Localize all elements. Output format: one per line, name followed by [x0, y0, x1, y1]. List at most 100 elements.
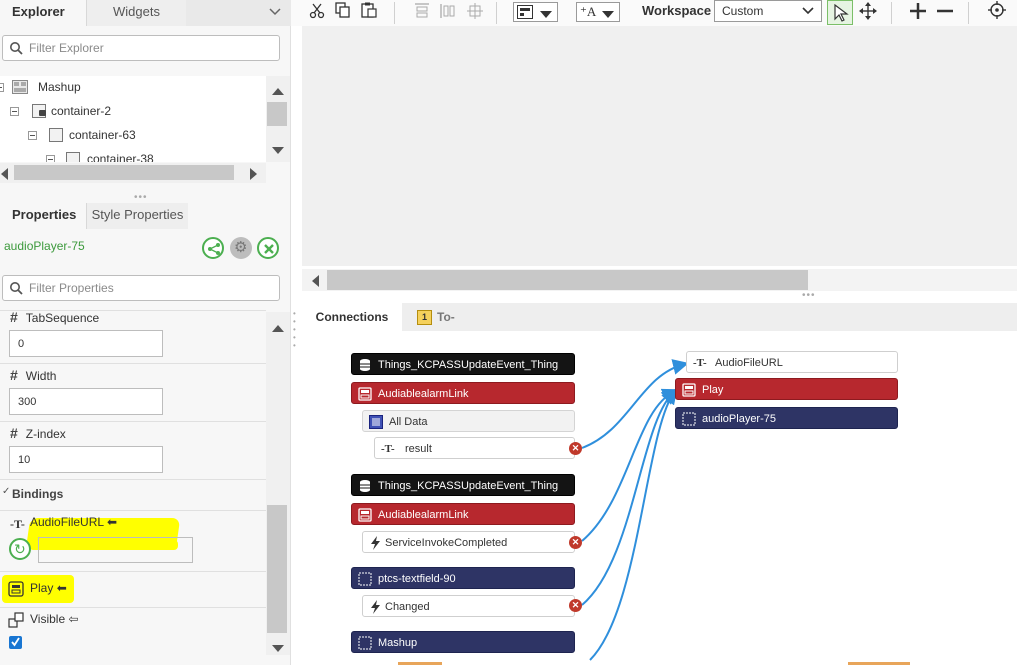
resize-handle-icon[interactable]: ••• — [134, 192, 148, 203]
collapse-icon[interactable] — [46, 155, 55, 162]
scroll-right-icon[interactable] — [250, 168, 258, 183]
splitter-handle-icon[interactable]: • • • • • — [293, 310, 297, 350]
lightning-icon — [369, 536, 383, 550]
remove-connection-icon[interactable]: ✕ — [569, 536, 582, 549]
connections-tabbar: Connections 1 To-Do — [302, 303, 1017, 352]
source-node-alldata[interactable]: All Data — [362, 410, 575, 432]
tab-style-properties[interactable]: Style Properties — [86, 203, 188, 229]
binding-play[interactable]: Play ⬅ — [30, 581, 67, 595]
tab-widgets[interactable]: Widgets — [86, 0, 186, 26]
source-node-service[interactable]: AudiablealarmLink — [351, 382, 575, 404]
move-icon[interactable] — [859, 2, 877, 23]
tree-item-container-2[interactable]: container-2 — [0, 101, 260, 121]
node-label: Things_KCPASSUpdateEvent_Thing — [378, 359, 559, 371]
tree-item-container-38[interactable]: container-38 — [0, 149, 260, 162]
source-node-result[interactable]: -T- result — [374, 437, 575, 459]
layout-dropdown[interactable] — [513, 2, 558, 22]
scroll-thumb[interactable] — [327, 270, 808, 290]
divider — [0, 479, 266, 480]
check-icon — [10, 636, 21, 650]
collapse-icon[interactable] — [28, 131, 37, 140]
visible-checkbox[interactable] — [9, 636, 22, 649]
align-icon[interactable] — [414, 3, 430, 22]
explorer-search-input[interactable] — [27, 39, 267, 57]
tree-horizontal-scrollbar[interactable] — [0, 163, 266, 183]
cut-icon[interactable] — [309, 3, 325, 22]
dropdown-arrow-icon — [602, 8, 614, 22]
source-node-mashup[interactable]: Mashup — [351, 631, 575, 653]
binding-label: AudioFileURL — [30, 515, 104, 529]
properties-filter[interactable] — [2, 275, 280, 301]
tree-item-container-63[interactable]: container-63 — [0, 125, 260, 145]
scroll-thumb[interactable] — [267, 102, 287, 126]
select-tool-button[interactable] — [827, 0, 853, 25]
divider — [0, 510, 266, 511]
tabsequence-input[interactable] — [9, 330, 163, 357]
source-node-thing[interactable]: Things_KCPASSUpdateEvent_Thing — [351, 474, 575, 496]
remove-connection-icon[interactable]: ✕ — [569, 599, 582, 612]
scroll-left-icon[interactable] — [311, 275, 319, 290]
distribute-icon[interactable] — [440, 3, 456, 22]
collapse-icon[interactable] — [0, 83, 4, 92]
tab-properties[interactable]: Properties — [0, 203, 84, 229]
chevron-down-icon[interactable] — [268, 5, 282, 22]
zoom-in-icon[interactable] — [909, 2, 927, 23]
scroll-up-icon[interactable] — [272, 321, 284, 335]
explorer-filter[interactable] — [2, 35, 280, 61]
mashup-canvas[interactable] — [302, 26, 1017, 266]
remove-connection-icon[interactable]: ✕ — [569, 442, 582, 455]
properties-vertical-scrollbar[interactable] — [266, 312, 290, 655]
toolbar-separator — [968, 2, 969, 24]
tree-vertical-scrollbar[interactable] — [266, 76, 290, 162]
text-type-icon: -T- — [10, 517, 25, 531]
scroll-down-icon[interactable] — [272, 144, 284, 158]
tab-connections[interactable]: Connections — [302, 303, 402, 331]
source-node-thing[interactable]: Things_KCPASSUpdateEvent_Thing — [351, 353, 575, 375]
source-node-event[interactable]: ServiceInvokeCompleted — [362, 531, 575, 553]
share-button[interactable] — [202, 237, 224, 259]
number-icon: # — [10, 367, 18, 383]
zoom-out-icon[interactable] — [936, 2, 954, 23]
copy-icon[interactable] — [335, 2, 351, 21]
refresh-button[interactable]: ↻ — [9, 538, 31, 560]
canvas-horizontal-scrollbar[interactable] — [302, 269, 1017, 291]
source-node-event[interactable]: Changed — [362, 595, 575, 617]
scroll-up-icon[interactable] — [272, 84, 284, 98]
tree-item-mashup[interactable]: Mashup — [0, 77, 260, 97]
resize-handle-icon[interactable]: ••• — [802, 290, 816, 301]
node-label: Mashup — [378, 637, 418, 649]
font-size-dropdown[interactable]: ⁺A — [576, 2, 620, 22]
center-icon[interactable] — [467, 3, 483, 22]
properties-search-input[interactable] — [27, 279, 267, 297]
bindings-section-title[interactable]: Bindings — [12, 487, 63, 501]
number-icon: # — [10, 425, 18, 441]
node-label: AudiablealarmLink — [378, 388, 469, 400]
target-node-audioplayer[interactable]: audioPlayer-75 — [675, 407, 898, 429]
tab-explorer[interactable]: Explorer — [0, 0, 86, 26]
tab-todo[interactable]: 1 To-Do — [405, 303, 481, 352]
target-node-play[interactable]: Play — [675, 378, 898, 400]
scroll-left-icon[interactable] — [0, 168, 8, 183]
paste-icon[interactable] — [361, 2, 377, 21]
source-node-widget[interactable]: ptcs-textfield-90 — [351, 567, 575, 589]
database-icon — [358, 358, 372, 372]
database-icon — [358, 479, 372, 493]
scroll-thumb[interactable] — [14, 165, 234, 180]
source-node-service[interactable]: AudiablealarmLink — [351, 503, 575, 525]
collapse-icon[interactable] — [10, 107, 19, 116]
node-label: ServiceInvokeCompleted — [385, 537, 508, 549]
width-input[interactable] — [9, 388, 163, 415]
settings-button[interactable]: ⚙ — [230, 237, 252, 259]
zindex-input[interactable] — [9, 446, 163, 473]
scroll-down-icon[interactable] — [272, 642, 284, 656]
audiofileurl-input[interactable] — [38, 537, 193, 563]
close-button[interactable] — [257, 237, 279, 259]
binding-visible[interactable]: Visible ⇦ — [30, 612, 79, 626]
workspace-select[interactable]: Custom — [714, 0, 822, 22]
target-icon[interactable] — [988, 1, 1006, 22]
binding-audiofileurl[interactable]: AudioFileURL ⬅ — [30, 515, 117, 529]
scroll-thumb[interactable] — [267, 505, 287, 633]
widget-name: audioPlayer-75 — [4, 239, 85, 253]
property-tabsequence-label: # TabSequence — [10, 309, 99, 325]
target-node-audiofileurl[interactable]: -T- AudioFileURL — [686, 351, 898, 373]
